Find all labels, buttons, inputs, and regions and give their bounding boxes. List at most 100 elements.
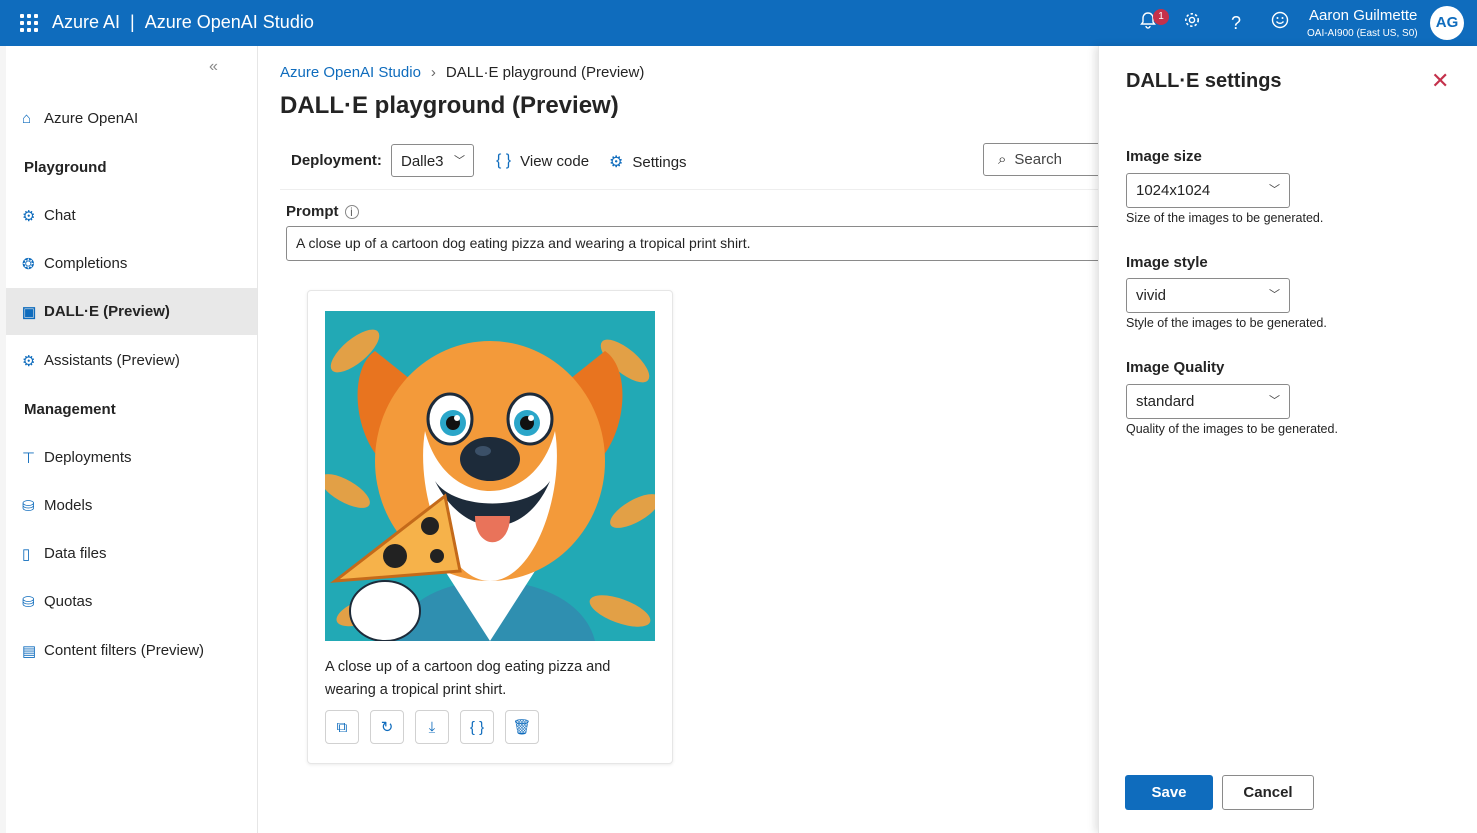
view-code-label: View code — [520, 152, 590, 170]
sidebar-item-data-files[interactable]: ▯ Data files — [6, 530, 257, 577]
top-bar: Azure AI | Azure OpenAI Studio 1 ? Aaron G… — [0, 0, 1477, 46]
sidebar-item-label: Content filters (Preview) — [44, 642, 205, 659]
sidebar-item-azure-openai[interactable]: ⌂ Azure OpenAI — [6, 95, 257, 142]
sidebar-item-label: Quotas — [44, 593, 93, 610]
regenerate-icon[interactable]: ↻ — [370, 710, 404, 744]
brand-product[interactable]: Azure OpenAI Studio — [145, 12, 314, 32]
notification-badge: 1 — [1153, 9, 1169, 25]
image-style-help: Style of the images to be generated. — [1126, 316, 1327, 330]
sidebar-item-label: Models — [44, 497, 93, 514]
sidebar-item-content-filters[interactable]: ▤ Content filters (Preview) — [6, 627, 257, 674]
chevron-right-icon: › — [430, 64, 436, 81]
sidebar-item-dalle[interactable]: ▣ DALL·E (Preview) — [6, 288, 257, 335]
gear-icon[interactable] — [1180, 11, 1204, 35]
content-filter-icon: ▤ — [22, 642, 37, 660]
main-content: Azure OpenAI Studio › DALL·E playground (P… — [258, 46, 1113, 833]
sidebar-item-completions[interactable]: ❂ Completions — [6, 240, 257, 287]
image-icon: ▣ — [22, 303, 37, 321]
sidebar-item-label: Completions — [44, 255, 128, 272]
brand-azure-ai[interactable]: Azure AI — [52, 12, 120, 32]
sidebar-item-label: Deployments — [44, 449, 132, 466]
generated-image[interactable] — [325, 311, 655, 641]
search-icon: ⌕ — [998, 151, 1007, 168]
gear-icon: ⚙ — [609, 154, 624, 171]
brand-separator: | — [130, 12, 135, 32]
image-style-select[interactable]: vivid ﹀ — [1126, 278, 1290, 313]
deployments-icon: ⊤ — [22, 449, 36, 467]
image-size-select[interactable]: 1024x1024 ﹀ — [1126, 173, 1290, 208]
dalle-settings-panel: DALL·E settings ✕ Image size 1024x1024 ﹀… — [1098, 46, 1477, 833]
chevron-down-icon: ﹀ — [1269, 184, 1280, 196]
copy-icon[interactable]: ⧉ — [325, 710, 359, 744]
download-icon[interactable]: ⤓ — [415, 710, 449, 744]
user-name[interactable]: Aaron Guilmette — [1309, 7, 1417, 24]
code-icon[interactable]: { } — [460, 710, 494, 744]
chevron-down-icon: ﹀ — [1269, 395, 1280, 407]
image-size-help: Size of the images to be generated. — [1126, 211, 1324, 225]
deployment-label: Deployment: — [291, 152, 382, 169]
sidebar-item-label: Data files — [44, 545, 107, 562]
waffle-icon[interactable] — [20, 14, 38, 32]
breadcrumb-root[interactable]: Azure OpenAI Studio — [280, 64, 421, 81]
image-actions: ⧉ ↻ ⤓ { } 🗑 — [325, 710, 550, 744]
divider — [280, 189, 1100, 190]
chat-icon: ⚙ — [22, 207, 36, 225]
search-label: Search — [1014, 151, 1062, 168]
search-input[interactable]: ⌕ Search — [983, 143, 1113, 176]
image-card: A close up of a cartoon dog eating pizza… — [307, 290, 673, 764]
panel-title: DALL·E settings — [1126, 70, 1282, 92]
sidebar-heading-playground: Playground — [24, 159, 107, 176]
settings-button[interactable]: ⚙ Settings — [609, 152, 687, 172]
cancel-button[interactable]: Cancel — [1222, 775, 1314, 810]
prompt-label: Prompt i — [286, 203, 359, 220]
image-quality-help: Quality of the images to be generated. — [1126, 422, 1338, 436]
sidebar-item-quotas[interactable]: ⛁ Quotas — [6, 578, 257, 625]
sidebar-item-label: DALL·E (Preview) — [44, 303, 170, 320]
close-icon[interactable]: ✕ — [1431, 68, 1449, 94]
sidebar-item-label: Assistants (Preview) — [44, 352, 180, 369]
deployment-value: Dalle3 — [401, 153, 444, 170]
sidebar-item-label: Azure OpenAI — [44, 110, 139, 127]
sidebar-heading-management: Management — [24, 401, 116, 418]
quotas-icon: ⛁ — [22, 593, 35, 611]
deployment-select[interactable]: Dalle3 ﹀ — [391, 144, 474, 177]
smiley-icon[interactable] — [1268, 11, 1292, 35]
image-style-value: vivid — [1136, 287, 1167, 304]
sidebar: « ⌂ Azure OpenAI Playground ⚙ Chat ❂ Com… — [6, 46, 258, 833]
prompt-input[interactable]: A close up of a cartoon dog eating pizza… — [286, 226, 1106, 261]
sidebar-item-deployments[interactable]: ⊤ Deployments — [6, 434, 257, 481]
view-code-button[interactable]: { } View code — [496, 152, 589, 170]
save-button[interactable]: Save — [1125, 775, 1213, 810]
image-quality-select[interactable]: standard ﹀ — [1126, 384, 1290, 419]
sidebar-item-label: Chat — [44, 207, 76, 224]
image-caption: A close up of a cartoon dog eating pizza… — [325, 659, 611, 698]
prompt-label-text: Prompt — [286, 203, 339, 220]
chevron-down-icon: ﹀ — [454, 155, 465, 167]
code-braces-icon: { } — [496, 152, 512, 169]
completions-icon: ❂ — [22, 255, 35, 273]
image-quality-value: standard — [1136, 393, 1195, 410]
image-quality-label: Image Quality — [1126, 359, 1225, 376]
user-subscription[interactable]: OAI-AI900 (East US, S0) — [1307, 28, 1418, 39]
help-icon[interactable]: ? — [1224, 11, 1248, 35]
brand: Azure AI | Azure OpenAI Studio — [52, 12, 314, 33]
models-icon: ⛁ — [22, 497, 35, 515]
data-files-icon: ▯ — [22, 545, 31, 563]
settings-label: Settings — [632, 153, 687, 171]
assistant-icon: ⚙ — [22, 352, 36, 370]
chevron-down-icon: ﹀ — [1269, 289, 1280, 301]
breadcrumb: Azure OpenAI Studio › DALL·E playground (P… — [280, 64, 644, 81]
sidebar-item-assistants[interactable]: ⚙ Assistants (Preview) — [6, 337, 257, 384]
sidebar-item-models[interactable]: ⛁ Models — [6, 482, 257, 529]
page-title: DALL·E playground (Preview) — [280, 92, 619, 119]
delete-icon[interactable]: 🗑 — [505, 710, 539, 744]
info-icon[interactable]: i — [344, 205, 359, 219]
image-style-label: Image style — [1126, 254, 1208, 271]
image-size-value: 1024x1024 — [1136, 182, 1211, 199]
collapse-icon[interactable]: « — [209, 58, 218, 76]
image-size-label: Image size — [1126, 148, 1202, 165]
sidebar-item-chat[interactable]: ⚙ Chat — [6, 192, 257, 239]
breadcrumb-current: DALL·E playground (Preview) — [445, 64, 645, 81]
avatar[interactable]: AG — [1430, 6, 1464, 40]
home-icon: ⌂ — [22, 110, 32, 127]
